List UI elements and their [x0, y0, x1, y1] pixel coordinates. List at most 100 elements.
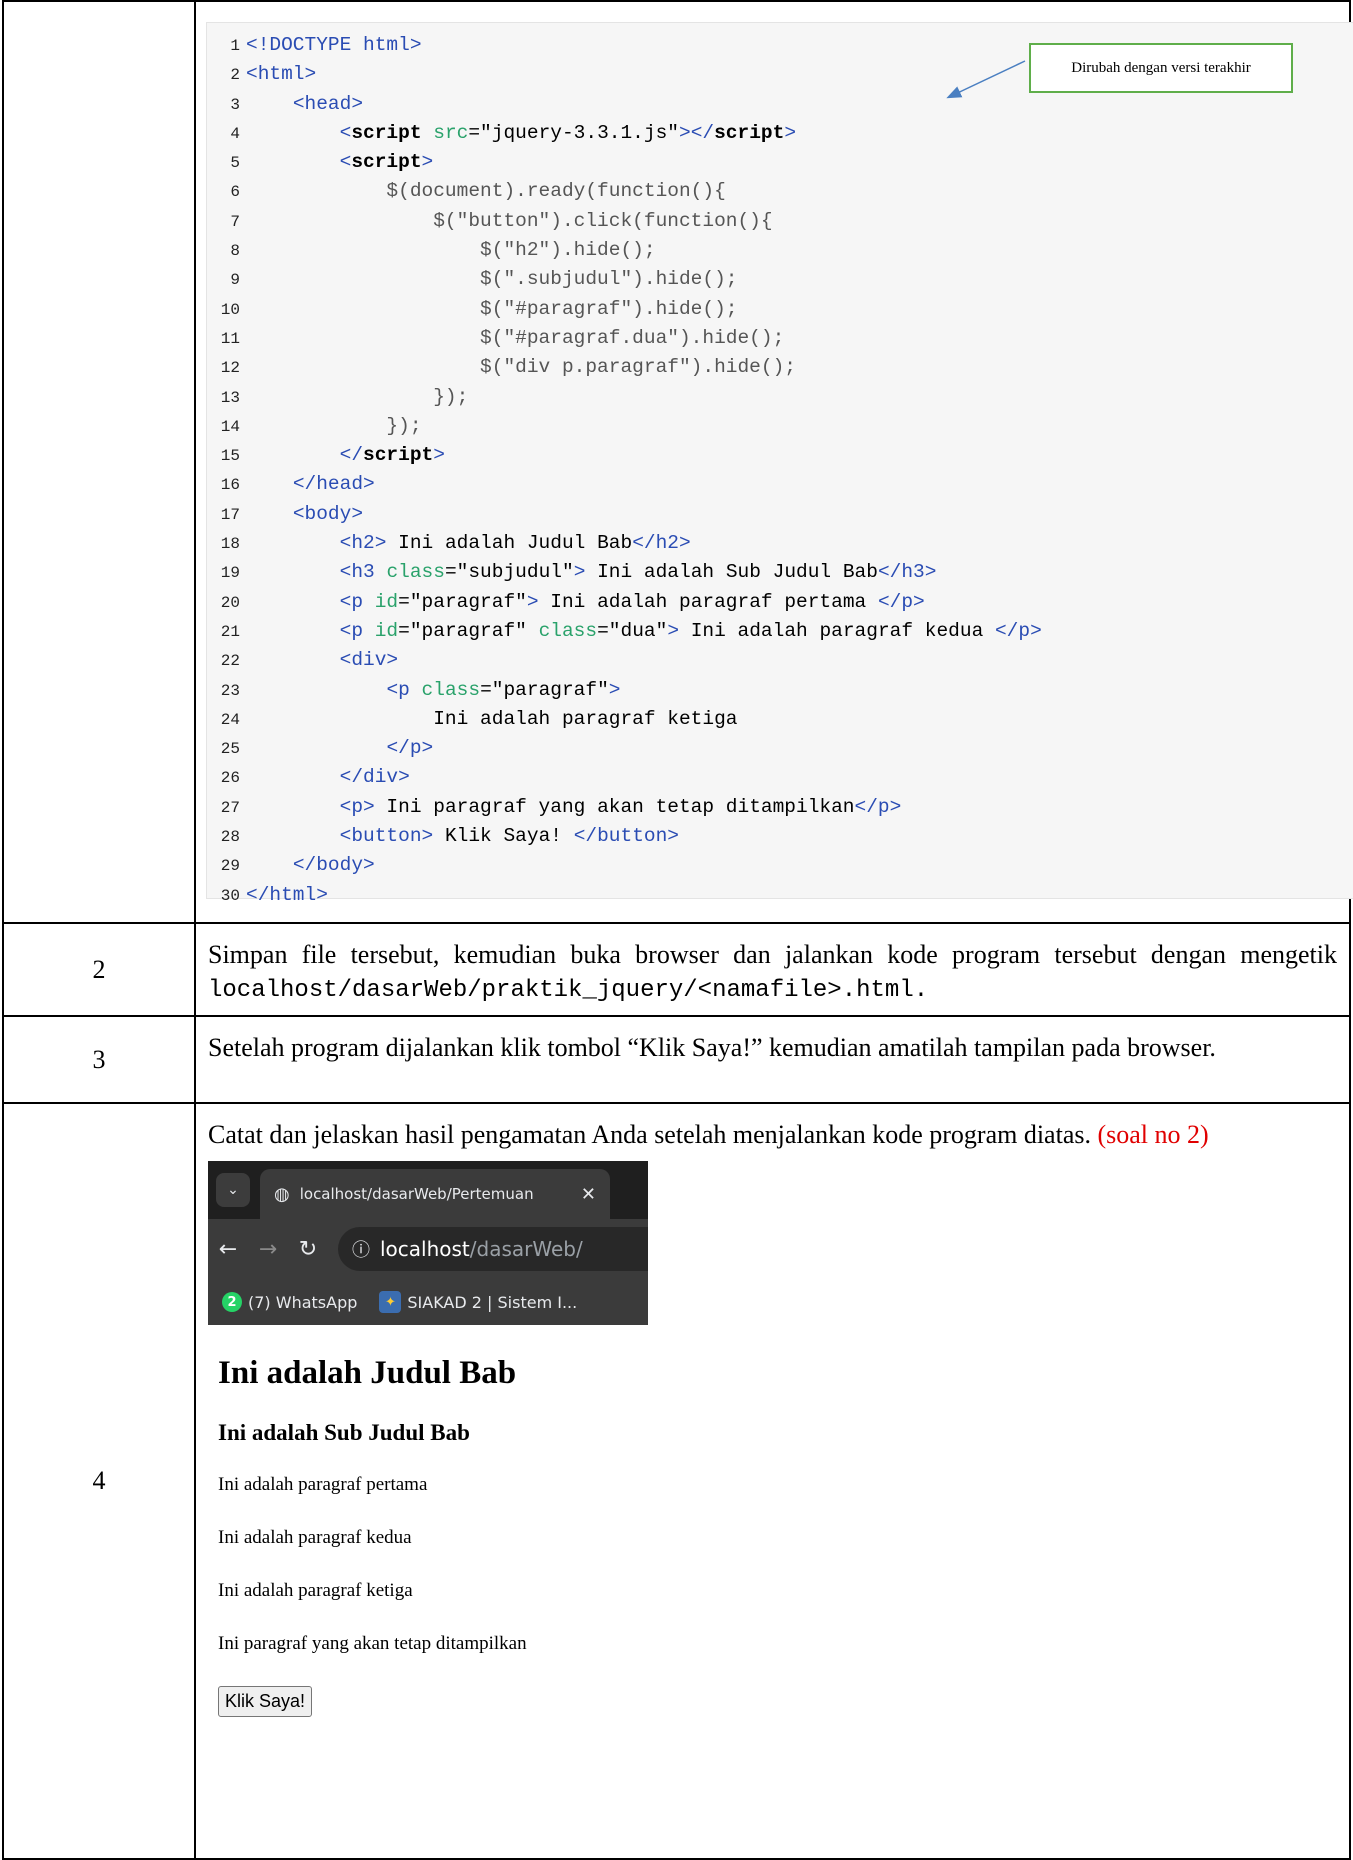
paragraph-4: Ini paragraf yang akan tetap ditampilkan — [218, 1633, 527, 1654]
line-number: 6 — [230, 183, 240, 202]
code-token: </h3> — [877, 561, 937, 584]
line-number: 3 — [230, 95, 240, 114]
code-line: 10 $("#paragraf").hide(); — [207, 295, 1042, 324]
code-token: Ini adalah paragraf ketiga — [246, 707, 738, 730]
code-token: script — [714, 121, 785, 144]
code-token: > — [526, 590, 539, 613]
code-token: id — [374, 590, 399, 613]
code-token: </head> — [292, 473, 375, 496]
code-token: $("div p.paragraf").hide(); — [246, 356, 796, 379]
step-3-text: Setelah program dijalankan klik tombol “… — [208, 1033, 1216, 1062]
code-line: 24 Ini adalah paragraf ketiga — [207, 705, 1042, 734]
code-token: Ini adalah Judul Bab — [386, 532, 633, 555]
line-number: 23 — [220, 681, 240, 700]
code-token: > — [433, 444, 445, 467]
line-number: 8 — [230, 242, 240, 261]
code-token: </h2> — [632, 532, 691, 555]
code-token: <html> — [246, 63, 317, 86]
code-cell: 1 <!DOCTYPE html> 2 <html> 3 <head> 4 <script… — [194, 0, 1353, 924]
code-token: ="paragraf" — [398, 619, 539, 642]
code-token: Ini adalah Sub Judul Bab — [585, 561, 878, 584]
line-number: 19 — [220, 564, 240, 583]
line-number: 13 — [220, 388, 240, 407]
browser-screenshot: ⌄ ◍ localhost/dasarWeb/Pertemuan ✕ ← → ↻… — [208, 1161, 648, 1325]
code-token: $("#paragraf.dua").hide(); — [246, 326, 785, 349]
line-number: 26 — [220, 769, 240, 788]
info-icon[interactable]: ⓘ — [352, 1236, 370, 1262]
line-number: 1 — [230, 37, 240, 55]
url-field[interactable]: ⓘ localhost/dasarWeb/ — [338, 1227, 648, 1271]
code-token: > — [608, 678, 621, 701]
code-token: ="jquery-3.3.1.js" — [468, 121, 679, 144]
line-number: 9 — [230, 271, 240, 290]
code-line: 5 <script> — [207, 148, 1042, 177]
globe-icon: ◍ — [274, 1183, 290, 1205]
close-icon[interactable]: ✕ — [581, 1184, 596, 1205]
code-token: }); — [246, 385, 469, 408]
forward-icon[interactable]: → — [248, 1237, 288, 1262]
code-listing: 1 <!DOCTYPE html> 2 <html> 3 <head> 4 <script… — [207, 31, 1042, 910]
code-token: <button> — [339, 825, 434, 848]
code-token: </p> — [386, 737, 434, 760]
siakad-logo-icon: ✦ — [379, 1291, 402, 1313]
code-line: 23 <p class="paragraf"> — [207, 676, 1042, 705]
code-token: script — [351, 151, 422, 174]
klik-saya-button[interactable]: Klik Saya! — [218, 1686, 313, 1717]
line-number: 21 — [220, 622, 240, 641]
step-3-cell: Setelah program dijalankan klik tombol “… — [194, 1015, 1351, 1104]
bookmark-siakad[interactable]: ✦ SIAKAD 2 | Sistem I... — [379, 1291, 577, 1313]
line-number: 5 — [230, 154, 240, 173]
code-line: 15 </script> — [207, 441, 1042, 470]
code-token: Klik Saya! — [433, 825, 574, 848]
bookmarks-bar: 2 (7) WhatsApp ✦ SIAKAD 2 | Sistem I... — [208, 1279, 648, 1325]
code-token: <p — [386, 678, 422, 701]
step-2-text: Simpan file tersebut, kemudian buka brow… — [196, 924, 1349, 1015]
code-token: <p> — [339, 795, 375, 818]
browser-tab[interactable]: ◍ localhost/dasarWeb/Pertemuan ✕ — [260, 1169, 610, 1219]
line-number: 2 — [230, 66, 240, 85]
step-2-cell: Simpan file tersebut, kemudian buka brow… — [194, 922, 1351, 1017]
code-token: <h2> — [339, 532, 387, 555]
line-number: 14 — [220, 417, 240, 436]
code-token: ="dua" — [597, 619, 668, 642]
code-token: </ — [339, 444, 364, 467]
code-line: 18 <h2> Ini adalah Judul Bab</h2> — [207, 529, 1042, 558]
code-token: $(".subjudul").hide(); — [246, 268, 738, 291]
code-token: </html> — [246, 883, 328, 906]
code-line: 12 $("div p.paragraf").hide(); — [207, 353, 1042, 382]
code-token: <head> — [292, 92, 364, 115]
code-line: 7 $("button").click(function(){ — [207, 207, 1042, 236]
code-line: 27 <p> Ini paragraf yang akan tetap dita… — [207, 793, 1042, 822]
line-number: 4 — [230, 124, 240, 143]
reload-icon[interactable]: ↻ — [288, 1237, 328, 1262]
tab-bar: ⌄ ◍ localhost/dasarWeb/Pertemuan ✕ — [208, 1161, 648, 1219]
bookmark-label: (7) WhatsApp — [248, 1292, 358, 1312]
page-subheading: Ini adalah Sub Judul Bab — [218, 1420, 470, 1445]
code-line: 17 <body> — [207, 500, 1042, 529]
line-number: 7 — [230, 212, 240, 231]
line-number: 28 — [220, 828, 240, 847]
code-token: <p — [339, 590, 375, 613]
step-number-cell — [2, 0, 196, 924]
line-number: 20 — [220, 593, 240, 612]
bookmark-label: SIAKAD 2 | Sistem I... — [407, 1292, 578, 1312]
code-line: 4 <script src="jquery-3.3.1.js"></script… — [207, 119, 1042, 148]
line-number: 29 — [220, 857, 240, 876]
back-icon[interactable]: ← — [208, 1237, 248, 1262]
code-token: </div> — [339, 766, 410, 789]
tab-search-button[interactable]: ⌄ — [216, 1173, 250, 1207]
line-number: 11 — [220, 329, 240, 348]
code-token: < — [339, 151, 352, 174]
bookmark-whatsapp[interactable]: 2 (7) WhatsApp — [222, 1292, 357, 1312]
code-line: 8 $("h2").hide(); — [207, 236, 1042, 265]
code-token: </p> — [877, 590, 925, 613]
